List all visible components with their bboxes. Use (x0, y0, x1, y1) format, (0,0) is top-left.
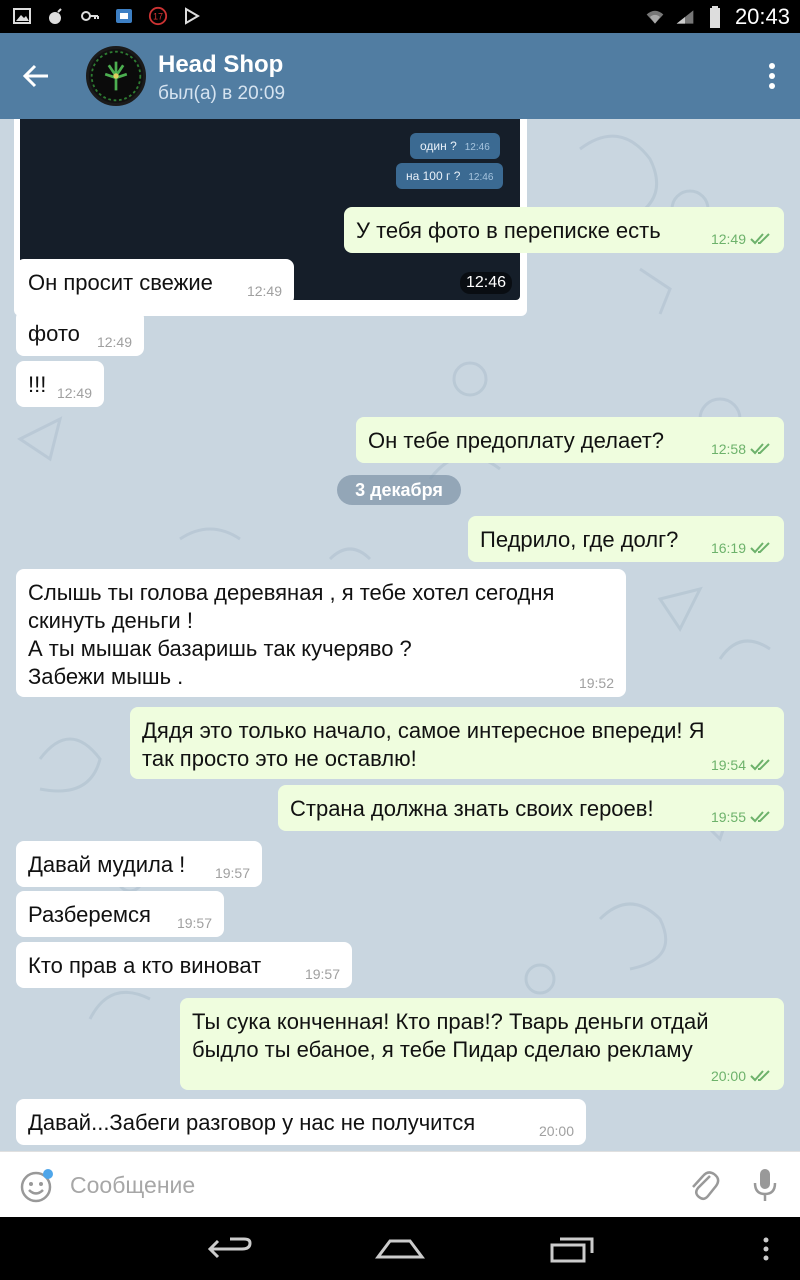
message-text: Страна должна знать своих героев! (290, 796, 654, 821)
message-incoming[interactable]: фото 12:49 (16, 310, 144, 356)
app-icon (114, 6, 134, 26)
message-line: Забежи мышь . (28, 664, 184, 689)
message-line: скинуть деньги ! (28, 608, 193, 633)
more-vertical-icon[interactable] (760, 1235, 772, 1263)
status-clock: 20:43 (734, 4, 790, 29)
message-text: У тебя фото в переписке есть (356, 218, 661, 243)
message-line: Дядя это только начало, самое интересное… (142, 718, 705, 743)
message-list[interactable]: один ? 12:46 на 100 г ? 12:46 12:46 У тебя… (0, 119, 800, 1151)
cannabis-leaf-icon (90, 50, 142, 102)
message-incoming[interactable]: Слышь ты голова деревяная , я тебе хотел… (16, 569, 626, 697)
battery-icon (705, 6, 725, 28)
message-incoming[interactable]: Давай...Забеги разговор у нас не получит… (16, 1099, 586, 1145)
play-store-icon (182, 6, 202, 26)
smile-icon[interactable] (20, 1169, 54, 1203)
arrow-left-icon[interactable] (20, 60, 52, 92)
chat-header: Head Shop был(а) в 20:09 (0, 33, 800, 119)
back-nav-icon[interactable] (206, 1235, 254, 1263)
bomb-icon (46, 6, 66, 26)
recents-nav-icon[interactable] (548, 1235, 596, 1263)
message-time: 12:49 (56, 385, 92, 401)
message-text: Разберемся (28, 902, 151, 927)
double-check-icon (750, 811, 770, 823)
photo-mini-bubble: на 100 г ? 12:46 (396, 163, 504, 189)
double-check-icon (750, 443, 770, 455)
message-time: 19:57 (176, 915, 212, 931)
chat-title[interactable]: Head Shop (158, 51, 283, 79)
message-line: А ты мышак базаришь так кучеряво ? (28, 636, 412, 661)
message-line: Ты сука конченная! Кто прав!? Тварь день… (192, 1009, 709, 1034)
signal-icon (675, 7, 695, 27)
home-nav-icon[interactable] (374, 1235, 426, 1263)
svg-text:17: 17 (153, 12, 163, 22)
avatar[interactable] (86, 46, 146, 106)
message-time: 19:57 (304, 966, 340, 982)
status-bar: 17 20:43 (0, 0, 800, 33)
more-vertical-icon[interactable] (766, 61, 778, 91)
wifi-icon (645, 7, 665, 27)
key-icon (80, 6, 100, 26)
calendar-badge-icon: 17 (148, 6, 168, 26)
date-separator: 3 декабря (337, 475, 461, 505)
message-text: Кто прав а кто виноват (28, 953, 262, 978)
message-outgoing[interactable]: Он тебе предоплату делает? 12:58 (356, 417, 784, 463)
message-time: 20:00 (711, 1068, 772, 1084)
message-text: Педрило, где долг? (480, 527, 679, 552)
message-time: 19:57 (214, 865, 250, 881)
message-composer: Сообщение (0, 1151, 800, 1217)
microphone-icon[interactable] (752, 1167, 778, 1203)
message-line: Слышь ты голова деревяная , я тебе хотел… (28, 580, 555, 605)
gallery-icon (12, 6, 32, 26)
photo-time: 12:46 (459, 272, 512, 294)
double-check-icon (750, 1070, 770, 1082)
message-time: 19:54 (711, 757, 772, 773)
message-text: Давай...Забеги разговор у нас не получит… (28, 1110, 476, 1135)
message-outgoing[interactable]: Страна должна знать своих героев! 19:55 (278, 785, 784, 831)
system-navigation-bar (0, 1217, 800, 1280)
last-seen-status: был(а) в 20:09 (158, 83, 286, 104)
message-time: 20:00 (538, 1123, 574, 1139)
photo-mini-bubble: один ? 12:46 (410, 133, 500, 159)
message-line: так просто это не оставлю! (142, 746, 417, 771)
double-check-icon (750, 233, 770, 245)
message-time: 12:49 (711, 231, 772, 247)
message-text: фото (28, 321, 80, 346)
message-text: Он просит свежие (28, 270, 213, 295)
message-time: 16:19 (711, 540, 772, 556)
message-input[interactable]: Сообщение (70, 1172, 195, 1199)
message-text: Он тебе предоплату делает? (368, 428, 665, 453)
message-text: Давай мудила ! (28, 852, 186, 877)
message-time: 12:49 (246, 283, 282, 299)
message-outgoing[interactable]: У тебя фото в переписке есть 12:49 (344, 207, 784, 253)
message-line: быдло ты ебаное, я тебе Пидар сделаю рек… (192, 1037, 693, 1062)
message-incoming[interactable]: Давай мудила ! 19:57 (16, 841, 262, 887)
message-time: 19:55 (711, 809, 772, 825)
double-check-icon (750, 542, 770, 554)
double-check-icon (750, 759, 770, 771)
message-time: 12:58 (711, 441, 772, 457)
message-time: 19:52 (578, 675, 614, 691)
message-incoming[interactable]: !!! 12:49 (16, 361, 104, 407)
message-outgoing[interactable]: Ты сука конченная! Кто прав!? Тварь день… (180, 998, 784, 1090)
message-time: 12:49 (96, 334, 132, 350)
message-outgoing[interactable]: Дядя это только начало, самое интересное… (130, 707, 784, 779)
message-outgoing[interactable]: Педрило, где долг? 16:19 (468, 516, 784, 562)
message-incoming[interactable]: Он просит свежие 12:49 (16, 259, 294, 305)
message-text: !!! (28, 372, 47, 397)
message-incoming[interactable]: Разберемся 19:57 (16, 891, 224, 937)
paperclip-icon[interactable] (688, 1168, 720, 1202)
message-incoming[interactable]: Кто прав а кто виноват 19:57 (16, 942, 352, 988)
